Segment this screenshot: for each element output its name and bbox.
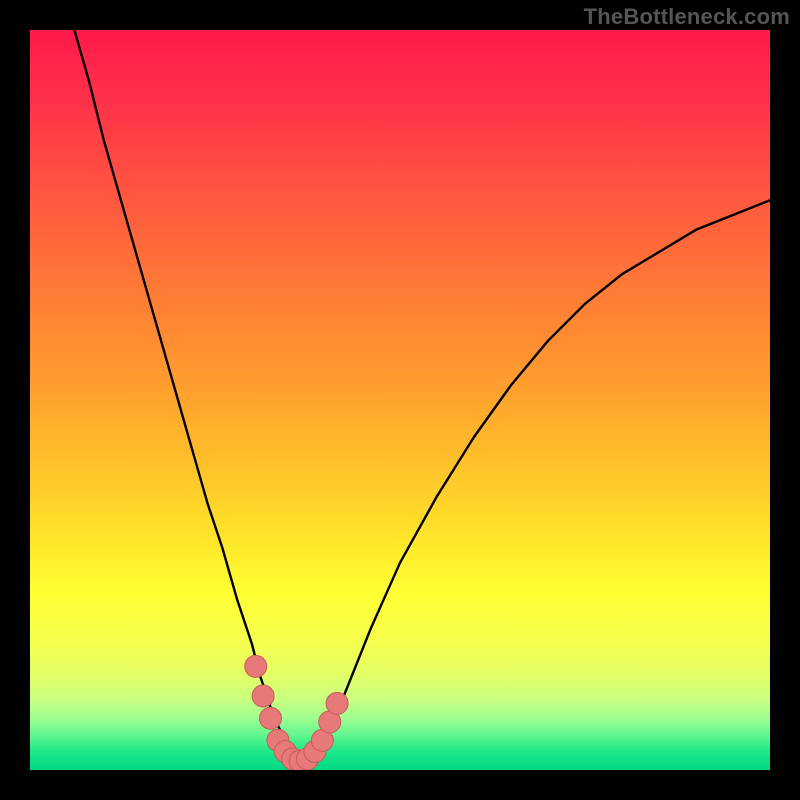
- curve-marker: [252, 685, 274, 707]
- bottleneck-curve: [74, 30, 770, 763]
- curve-markers: [245, 655, 348, 770]
- curve-marker: [245, 655, 267, 677]
- curve-marker: [260, 707, 282, 729]
- plot-area: [30, 30, 770, 770]
- chart-frame: TheBottleneck.com: [0, 0, 800, 800]
- watermark-text: TheBottleneck.com: [584, 4, 790, 30]
- chart-svg: [30, 30, 770, 770]
- curve-marker: [326, 692, 348, 714]
